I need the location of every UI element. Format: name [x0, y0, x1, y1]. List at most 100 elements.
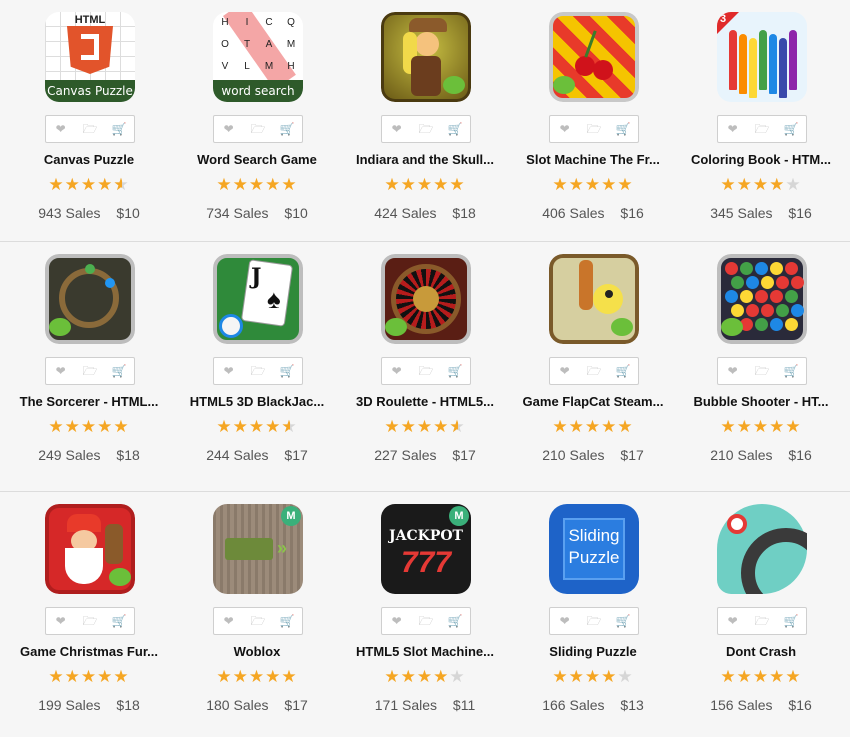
cart-icon[interactable]: 🛒 — [109, 365, 129, 377]
heart-icon[interactable]: ❤ — [51, 615, 71, 627]
product-thumbnail[interactable]: JACKPOT 777 M — [381, 504, 471, 594]
cart-icon[interactable]: 🛒 — [781, 123, 801, 135]
folder-icon[interactable]: 🗁 — [584, 123, 604, 135]
sales-count: 249 Sales — [38, 447, 101, 463]
product-title[interactable]: HTML5 Slot Machine... — [341, 644, 509, 659]
folder-icon[interactable]: 🗁 — [248, 123, 268, 135]
star-icon: ★ — [232, 417, 249, 436]
star-icon: ★ — [248, 175, 266, 194]
product-title[interactable]: Sliding Puzzle — [509, 644, 677, 659]
product-meta: 199 Sales $18 — [5, 697, 173, 713]
cart-icon[interactable]: 🛒 — [781, 365, 801, 377]
product-title[interactable]: 3D Roulette - HTML5... — [341, 394, 509, 409]
product-title[interactable]: Woblox — [173, 644, 341, 659]
product-title[interactable]: Word Search Game — [173, 152, 341, 167]
folder-icon[interactable]: 🗁 — [584, 615, 604, 627]
product-actions: ❤ 🗁 🛒 — [45, 607, 135, 635]
cart-icon[interactable]: 🛒 — [613, 615, 633, 627]
product-meta: 210 Sales $17 — [509, 447, 677, 463]
product-thumbnail[interactable] — [549, 254, 639, 344]
folder-icon[interactable]: 🗁 — [248, 365, 268, 377]
heart-icon[interactable]: ❤ — [723, 123, 743, 135]
product-thumbnail[interactable]: HTML Canvas Puzzle — [45, 12, 135, 102]
product-thumbnail[interactable]: HICQOTAMVLMH word search — [213, 12, 303, 102]
product-title[interactable]: Bubble Shooter - HT... — [677, 394, 845, 409]
heart-icon[interactable]: ❤ — [723, 365, 743, 377]
heart-icon[interactable]: ❤ — [555, 123, 575, 135]
product-title[interactable]: Game Christmas Fur... — [5, 644, 173, 659]
product-thumbnail[interactable]: 3 — [717, 12, 807, 102]
star-icon: ★ — [64, 175, 81, 194]
cart-icon[interactable]: 🛒 — [277, 365, 297, 377]
product-title[interactable]: Canvas Puzzle — [5, 152, 173, 167]
product-thumbnail[interactable] — [381, 254, 471, 344]
star-icon: ★ — [80, 667, 98, 686]
product-card: ❤ 🗁 🛒 Indiara and the Skull... ★★★★★ 424… — [341, 0, 509, 250]
product-thumbnail[interactable] — [45, 504, 135, 594]
cart-icon[interactable]: 🛒 — [445, 365, 465, 377]
star-icon: ★ — [97, 667, 114, 686]
folder-icon[interactable]: 🗁 — [416, 615, 436, 627]
product-title[interactable]: Slot Machine The Fr... — [509, 152, 677, 167]
folder-icon[interactable]: 🗁 — [416, 123, 436, 135]
product-title[interactable]: Dont Crash — [677, 644, 845, 659]
folder-icon[interactable]: 🗁 — [80, 615, 100, 627]
heart-icon[interactable]: ❤ — [51, 123, 71, 135]
folder-icon[interactable]: 🗁 — [752, 123, 772, 135]
folder-icon[interactable]: 🗁 — [752, 365, 772, 377]
product-title[interactable]: HTML5 3D BlackJac... — [173, 394, 341, 409]
folder-icon[interactable]: 🗁 — [248, 615, 268, 627]
cart-icon[interactable]: 🛒 — [109, 615, 129, 627]
cart-icon[interactable]: 🛒 — [613, 123, 633, 135]
heart-icon[interactable]: ❤ — [387, 123, 407, 135]
letter-cell: M — [286, 39, 296, 50]
heart-icon[interactable]: ❤ — [219, 123, 239, 135]
heart-icon[interactable]: ❤ — [555, 615, 575, 627]
price: $17 — [452, 447, 476, 463]
heart-icon[interactable]: ❤ — [723, 615, 743, 627]
folder-icon[interactable]: 🗁 — [416, 365, 436, 377]
badge-label: word search — [213, 80, 303, 102]
cart-icon[interactable]: 🛒 — [613, 365, 633, 377]
star-icon: ★ — [113, 667, 130, 686]
folder-icon[interactable]: 🗁 — [752, 615, 772, 627]
cart-icon[interactable]: 🛒 — [781, 615, 801, 627]
product-title[interactable]: Game FlapCat Steam... — [509, 394, 677, 409]
product-thumbnail[interactable]: J ♠ — [213, 254, 303, 344]
folder-icon[interactable]: 🗁 — [80, 365, 100, 377]
cart-icon[interactable]: 🛒 — [277, 615, 297, 627]
heart-icon[interactable]: ❤ — [387, 615, 407, 627]
star-icon: ★ — [584, 175, 602, 194]
folder-icon[interactable]: 🗁 — [584, 365, 604, 377]
star-icon: ★ — [785, 417, 802, 436]
product-thumbnail[interactable]: » M — [213, 504, 303, 594]
product-thumbnail[interactable]: Sliding Puzzle — [549, 504, 639, 594]
product-thumbnail[interactable] — [549, 12, 639, 102]
product-title[interactable]: The Sorcerer - HTML... — [5, 394, 173, 409]
folder-icon[interactable]: 🗁 — [80, 123, 100, 135]
cart-icon[interactable]: 🛒 — [109, 123, 129, 135]
product-thumbnail[interactable] — [717, 254, 807, 344]
heart-icon[interactable]: ❤ — [555, 365, 575, 377]
product-title[interactable]: Coloring Book - HTM... — [677, 152, 845, 167]
logo-line1: Sliding — [568, 526, 620, 545]
star-icon: ★ — [281, 667, 298, 686]
letter-cell: H — [221, 17, 229, 28]
cart-icon[interactable]: 🛒 — [445, 615, 465, 627]
product-thumbnail[interactable] — [381, 12, 471, 102]
heart-icon[interactable]: ❤ — [51, 365, 71, 377]
letter-cell: V — [221, 61, 229, 72]
heart-icon[interactable]: ❤ — [219, 615, 239, 627]
star-icon: ★ — [265, 175, 282, 194]
star-icon: ★ — [384, 667, 401, 686]
product-card: HTML Canvas Puzzle ❤ 🗁 🛒 Canvas Puzzle ★… — [5, 0, 173, 250]
cart-icon[interactable]: 🛒 — [277, 123, 297, 135]
cart-icon[interactable]: 🛒 — [445, 123, 465, 135]
heart-icon[interactable]: ❤ — [219, 365, 239, 377]
heart-icon[interactable]: ❤ — [387, 365, 407, 377]
product-thumbnail[interactable] — [45, 254, 135, 344]
star-icon: ★ — [113, 417, 130, 436]
star-icon: ★ — [265, 417, 282, 436]
product-title[interactable]: Indiara and the Skull... — [341, 152, 509, 167]
product-thumbnail[interactable] — [717, 504, 807, 594]
